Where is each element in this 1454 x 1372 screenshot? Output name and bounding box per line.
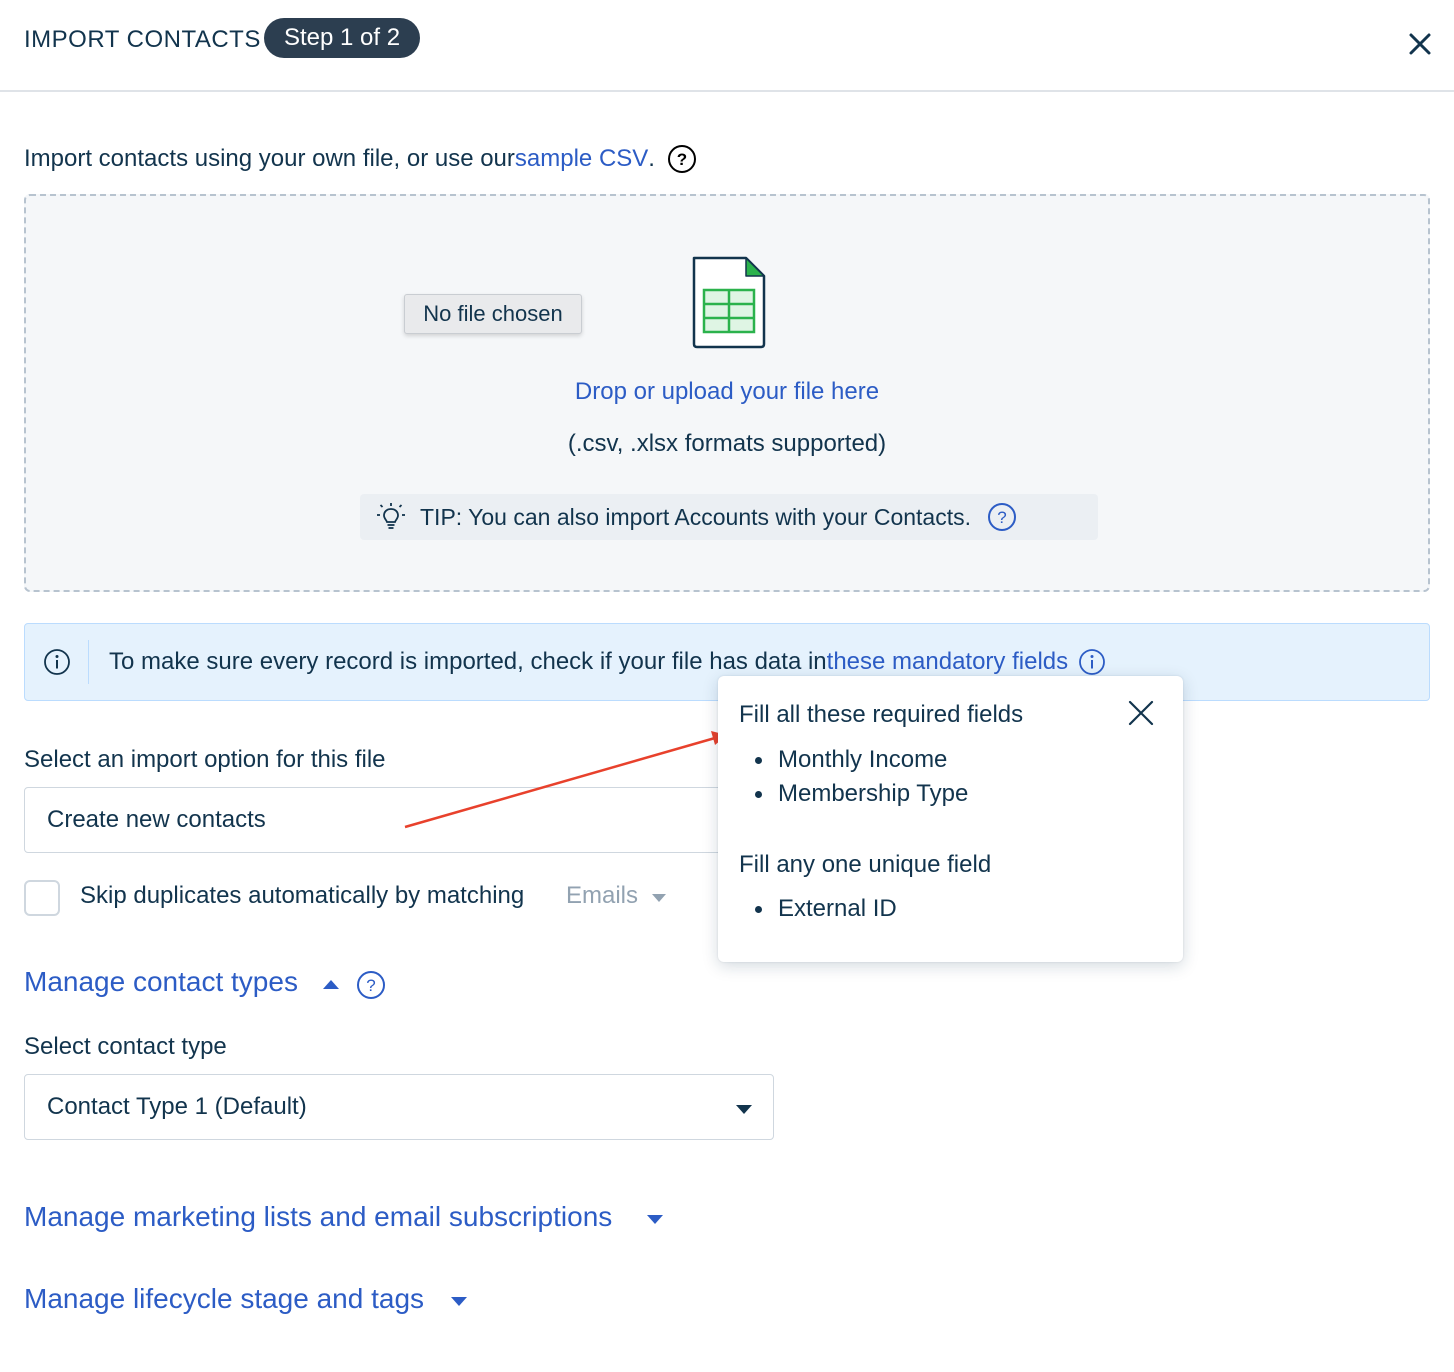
bullet (755, 756, 762, 764)
close-icon[interactable] (1128, 700, 1154, 726)
info-circle-icon (44, 649, 70, 675)
choose-file-button[interactable]: No file chosen (404, 294, 582, 334)
question-circle-icon[interactable]: ? (356, 970, 386, 1000)
required-field: Monthly Income (778, 746, 948, 773)
unique-field-heading: Fill any one unique field (739, 851, 992, 878)
list-item: Monthly Income (755, 746, 947, 774)
drop-upload-link[interactable]: Drop or upload your file here (26, 378, 1428, 406)
caret-up-icon[interactable] (323, 980, 339, 989)
caret-down-icon[interactable] (451, 1297, 467, 1306)
required-field: Membership Type (778, 780, 969, 807)
required-fields-heading: Fill all these required fields (739, 701, 1024, 728)
contact-type-label: Select contact type (24, 1033, 227, 1060)
bullet (755, 905, 762, 913)
supported-formats: (.csv, .xlsx formats supported) (567, 430, 887, 457)
tip-banner: TIP: You can also import Accounts with y… (360, 494, 1098, 540)
info-text: To make sure every record is imported, c… (109, 648, 1106, 676)
unique-field: External ID (778, 895, 897, 922)
lightbulb-icon (377, 503, 405, 529)
svg-text:?: ? (997, 508, 1006, 527)
mandatory-fields-link[interactable]: these mandatory fields (827, 648, 1068, 676)
manage-marketing-lists-link[interactable]: Manage marketing lists and email subscri… (24, 1201, 612, 1233)
caret-down-icon[interactable] (647, 1215, 663, 1224)
chevron-down-icon[interactable] (652, 894, 666, 902)
file-dropzone[interactable]: No file chosen Drop or upload your file … (24, 194, 1430, 592)
tip-text: TIP: You can also import Accounts with y… (420, 503, 972, 530)
import-option-select[interactable]: Create new contacts (24, 787, 774, 853)
svg-text:?: ? (677, 150, 687, 169)
intro-text-after: . (648, 145, 655, 172)
modal-header: IMPORT CONTACTS Step 1 of 2 (0, 0, 1454, 92)
list-item: External ID (755, 895, 897, 923)
chevron-down-icon (736, 1105, 752, 1114)
import-option-label: Select an import option for this file (24, 746, 386, 773)
sample-csv-link[interactable]: sample CSV (515, 145, 648, 173)
info-circle-icon[interactable] (1078, 648, 1106, 676)
skip-duplicates-checkbox[interactable] (24, 880, 60, 916)
import-option-value: Create new contacts (47, 806, 266, 833)
svg-text:?: ? (366, 976, 375, 995)
spreadsheet-file-icon (692, 256, 766, 349)
list-item: Membership Type (755, 780, 968, 808)
modal-title: IMPORT CONTACTS (24, 26, 261, 53)
intro-text-before: Import contacts using your own file, or … (24, 145, 515, 172)
bullet (755, 790, 762, 798)
contact-type-select[interactable]: Contact Type 1 (Default) (24, 1074, 774, 1140)
intro-text: Import contacts using your own file, or … (24, 144, 697, 174)
divider (88, 640, 89, 684)
contact-type-value: Contact Type 1 (Default) (47, 1093, 307, 1120)
mandatory-fields-popover: Fill all these required fields Monthly I… (718, 676, 1183, 962)
match-field-dropdown[interactable]: Emails (566, 882, 638, 910)
step-badge: Step 1 of 2 (264, 18, 421, 58)
manage-lifecycle-link[interactable]: Manage lifecycle stage and tags (24, 1283, 424, 1315)
question-circle-icon[interactable]: ? (987, 502, 1017, 532)
close-icon[interactable] (1402, 26, 1438, 62)
question-circle-icon[interactable]: ? (667, 144, 697, 174)
manage-contact-types-link[interactable]: Manage contact types (24, 966, 298, 998)
info-message: To make sure every record is imported, c… (109, 648, 827, 675)
skip-duplicates-label: Skip duplicates automatically by matchin… (80, 882, 525, 909)
